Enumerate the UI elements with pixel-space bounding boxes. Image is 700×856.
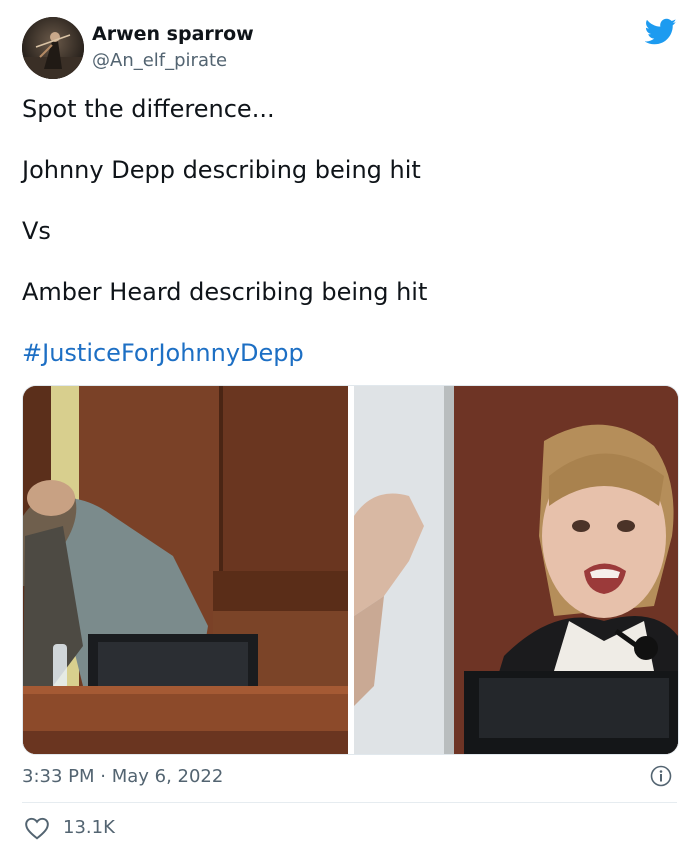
tweet-text-line-1: Spot the difference... <box>22 95 275 123</box>
author-handle[interactable]: @An_elf_pirate <box>92 50 227 71</box>
hashtag-link[interactable]: #JusticeForJohnnyDepp <box>22 339 304 367</box>
avatar[interactable] <box>22 17 84 79</box>
tweet-card: Arwen sparrow @An_elf_pirate Spot the di… <box>0 0 700 856</box>
courtroom-photo-woman-testifying[interactable] <box>354 386 678 754</box>
author-display-name[interactable]: Arwen sparrow <box>92 23 254 45</box>
like-count[interactable]: 13.1K <box>63 817 115 838</box>
info-icon[interactable] <box>650 765 672 787</box>
tweet-timestamp[interactable]: 3:33 PM · May 6, 2022 <box>22 766 223 787</box>
tweet-text-line-3: Vs <box>22 217 51 245</box>
footer-divider <box>22 802 677 803</box>
courtroom-photo-man-covering-head[interactable] <box>23 386 348 754</box>
heart-icon[interactable] <box>24 816 50 840</box>
tweet-text-line-2: Johnny Depp describing being hit <box>22 156 421 184</box>
tweet-media[interactable] <box>22 385 679 755</box>
tweet-text-line-4: Amber Heard describing being hit <box>22 278 428 306</box>
twitter-bird-icon[interactable] <box>644 18 677 46</box>
